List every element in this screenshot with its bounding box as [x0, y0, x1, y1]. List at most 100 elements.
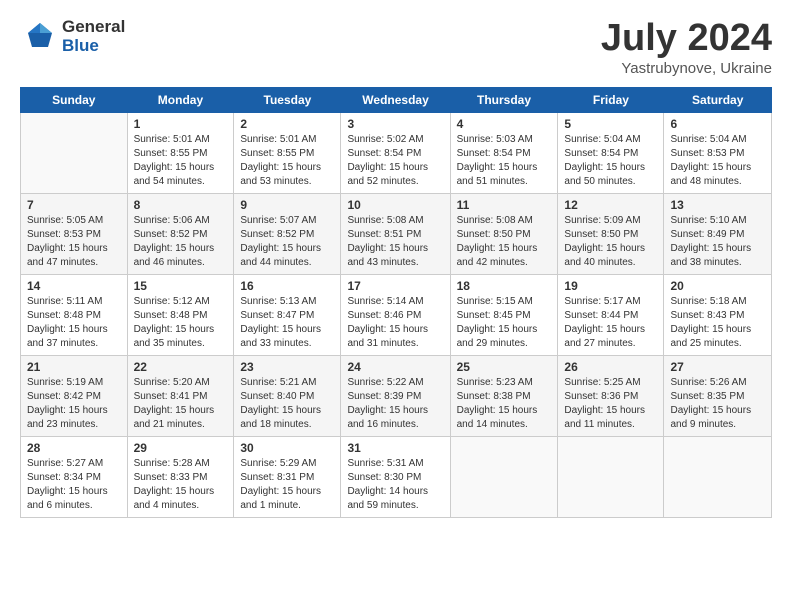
- day-number: 7: [27, 198, 121, 212]
- calendar-cell: 18Sunrise: 5:15 AM Sunset: 8:45 PM Dayli…: [450, 274, 558, 355]
- header: General Blue July 2024 Yastrubynove, Ukr…: [20, 18, 772, 77]
- cell-info: Sunrise: 5:18 AM Sunset: 8:43 PM Dayligh…: [670, 295, 765, 351]
- cell-info: Sunrise: 5:07 AM Sunset: 8:52 PM Dayligh…: [240, 214, 334, 270]
- cell-info: Sunrise: 5:05 AM Sunset: 8:53 PM Dayligh…: [27, 214, 121, 270]
- calendar-cell: 28 Sunrise: 5:27 AM Sunset: 8:34 PM Dayli…: [21, 436, 128, 517]
- calendar-cell: 11 Sunrise: 5:08 AM Sunset: 8:50 PM Dayli…: [450, 193, 558, 274]
- day-number: 13: [670, 198, 765, 212]
- calendar-cell: [664, 436, 772, 517]
- title-location: Yastrubynove, Ukraine: [601, 60, 772, 77]
- cell-info: Sunrise: 5:08 AM Sunset: 8:50 PM Dayligh…: [457, 214, 552, 270]
- calendar-cell: 16 Sunrise: 5:13 AM Sunset: 8:47 PM Dayli…: [234, 274, 341, 355]
- day-number: 10: [347, 198, 443, 212]
- week-row-3: 14 Sunrise: 5:11 AM Sunset: 8:48 PM Dayli…: [21, 274, 772, 355]
- day-number: 28: [27, 441, 121, 455]
- cell-info: Sunrise: 5:06 AM Sunset: 8:52 PM Dayligh…: [134, 214, 228, 270]
- calendar-cell: 3Sunrise: 5:02 AM Sunset: 8:54 PM Daylig…: [341, 112, 450, 193]
- day-number: 22: [134, 360, 228, 374]
- cell-info: Sunrise: 5:23 AM Sunset: 8:38 PM Dayligh…: [457, 376, 552, 432]
- day-number: 4: [457, 117, 552, 131]
- calendar-cell: 2 Sunrise: 5:01 AM Sunset: 8:55 PM Daylig…: [234, 112, 341, 193]
- calendar-cell: [450, 436, 558, 517]
- day-number: 5: [564, 117, 657, 131]
- day-number: 30: [240, 441, 334, 455]
- cell-info: Sunrise: 5:20 AM Sunset: 8:41 PM Dayligh…: [134, 376, 228, 432]
- logo-general-text: General: [62, 18, 125, 37]
- day-number: 11: [457, 198, 552, 212]
- day-number: 8: [134, 198, 228, 212]
- day-number: 31: [347, 441, 443, 455]
- cell-info: Sunrise: 5:15 AM Sunset: 8:45 PM Dayligh…: [457, 295, 552, 351]
- cell-info: Sunrise: 5:09 AM Sunset: 8:50 PM Dayligh…: [564, 214, 657, 270]
- cell-info: Sunrise: 5:31 AM Sunset: 8:30 PM Dayligh…: [347, 457, 443, 513]
- calendar-cell: 1 Sunrise: 5:01 AM Sunset: 8:55 PM Daylig…: [127, 112, 234, 193]
- calendar-cell: 10 Sunrise: 5:08 AM Sunset: 8:51 PM Dayli…: [341, 193, 450, 274]
- page: General Blue July 2024 Yastrubynove, Ukr…: [0, 0, 792, 528]
- calendar-cell: 15 Sunrise: 5:12 AM Sunset: 8:48 PM Dayli…: [127, 274, 234, 355]
- calendar-cell: 31 Sunrise: 5:31 AM Sunset: 8:30 PM Dayli…: [341, 436, 450, 517]
- col-sunday: Sunday: [21, 87, 128, 112]
- cell-info: Sunrise: 5:01 AM Sunset: 8:55 PM Dayligh…: [240, 133, 334, 189]
- col-tuesday: Tuesday: [234, 87, 341, 112]
- day-number: 12: [564, 198, 657, 212]
- day-number: 25: [457, 360, 552, 374]
- day-number: 16: [240, 279, 334, 293]
- week-row-2: 7 Sunrise: 5:05 AM Sunset: 8:53 PM Daylig…: [21, 193, 772, 274]
- logo-icon: [20, 19, 56, 55]
- cell-info: Sunrise: 5:22 AM Sunset: 8:39 PM Dayligh…: [347, 376, 443, 432]
- cell-info: Sunrise: 5:29 AM Sunset: 8:31 PM Dayligh…: [240, 457, 334, 513]
- calendar-cell: 12 Sunrise: 5:09 AM Sunset: 8:50 PM Dayli…: [558, 193, 664, 274]
- col-wednesday: Wednesday: [341, 87, 450, 112]
- cell-info: Sunrise: 5:04 AM Sunset: 8:54 PM Dayligh…: [564, 133, 657, 189]
- calendar-cell: 22 Sunrise: 5:20 AM Sunset: 8:41 PM Dayli…: [127, 355, 234, 436]
- calendar-cell: 17 Sunrise: 5:14 AM Sunset: 8:46 PM Dayli…: [341, 274, 450, 355]
- cell-info: Sunrise: 5:11 AM Sunset: 8:48 PM Dayligh…: [27, 295, 121, 351]
- day-number: 17: [347, 279, 443, 293]
- calendar-cell: 14 Sunrise: 5:11 AM Sunset: 8:48 PM Dayli…: [21, 274, 128, 355]
- calendar-cell: [558, 436, 664, 517]
- calendar-cell: 26Sunrise: 5:25 AM Sunset: 8:36 PM Dayli…: [558, 355, 664, 436]
- cell-info: Sunrise: 5:14 AM Sunset: 8:46 PM Dayligh…: [347, 295, 443, 351]
- calendar-cell: 13 Sunrise: 5:10 AM Sunset: 8:49 PM Dayli…: [664, 193, 772, 274]
- cell-info: Sunrise: 5:13 AM Sunset: 8:47 PM Dayligh…: [240, 295, 334, 351]
- logo-blue-text: Blue: [62, 37, 125, 56]
- day-number: 23: [240, 360, 334, 374]
- calendar-cell: 23Sunrise: 5:21 AM Sunset: 8:40 PM Dayli…: [234, 355, 341, 436]
- day-number: 27: [670, 360, 765, 374]
- title-month: July 2024: [601, 18, 772, 60]
- cell-info: Sunrise: 5:26 AM Sunset: 8:35 PM Dayligh…: [670, 376, 765, 432]
- day-number: 21: [27, 360, 121, 374]
- col-thursday: Thursday: [450, 87, 558, 112]
- calendar-cell: 9Sunrise: 5:07 AM Sunset: 8:52 PM Daylig…: [234, 193, 341, 274]
- col-saturday: Saturday: [664, 87, 772, 112]
- day-number: 1: [134, 117, 228, 131]
- day-number: 15: [134, 279, 228, 293]
- cell-info: Sunrise: 5:28 AM Sunset: 8:33 PM Dayligh…: [134, 457, 228, 513]
- cell-info: Sunrise: 5:25 AM Sunset: 8:36 PM Dayligh…: [564, 376, 657, 432]
- day-number: 14: [27, 279, 121, 293]
- cell-info: Sunrise: 5:03 AM Sunset: 8:54 PM Dayligh…: [457, 133, 552, 189]
- calendar-cell: 5 Sunrise: 5:04 AM Sunset: 8:54 PM Daylig…: [558, 112, 664, 193]
- logo-text: General Blue: [62, 18, 125, 55]
- cell-info: Sunrise: 5:19 AM Sunset: 8:42 PM Dayligh…: [27, 376, 121, 432]
- cell-info: Sunrise: 5:12 AM Sunset: 8:48 PM Dayligh…: [134, 295, 228, 351]
- cell-info: Sunrise: 5:01 AM Sunset: 8:55 PM Dayligh…: [134, 133, 228, 189]
- title-block: July 2024 Yastrubynove, Ukraine: [601, 18, 772, 77]
- cell-info: Sunrise: 5:08 AM Sunset: 8:51 PM Dayligh…: [347, 214, 443, 270]
- cell-info: Sunrise: 5:27 AM Sunset: 8:34 PM Dayligh…: [27, 457, 121, 513]
- header-row: Sunday Monday Tuesday Wednesday Thursday…: [21, 87, 772, 112]
- cell-info: Sunrise: 5:04 AM Sunset: 8:53 PM Dayligh…: [670, 133, 765, 189]
- calendar-cell: [21, 112, 128, 193]
- day-number: 24: [347, 360, 443, 374]
- day-number: 6: [670, 117, 765, 131]
- day-number: 29: [134, 441, 228, 455]
- week-row-1: 1 Sunrise: 5:01 AM Sunset: 8:55 PM Daylig…: [21, 112, 772, 193]
- day-number: 2: [240, 117, 334, 131]
- cell-info: Sunrise: 5:10 AM Sunset: 8:49 PM Dayligh…: [670, 214, 765, 270]
- cell-info: Sunrise: 5:17 AM Sunset: 8:44 PM Dayligh…: [564, 295, 657, 351]
- calendar-cell: 27 Sunrise: 5:26 AM Sunset: 8:35 PM Dayli…: [664, 355, 772, 436]
- logo: General Blue: [20, 18, 125, 55]
- calendar-cell: 19Sunrise: 5:17 AM Sunset: 8:44 PM Dayli…: [558, 274, 664, 355]
- day-number: 3: [347, 117, 443, 131]
- calendar-table: Sunday Monday Tuesday Wednesday Thursday…: [20, 87, 772, 518]
